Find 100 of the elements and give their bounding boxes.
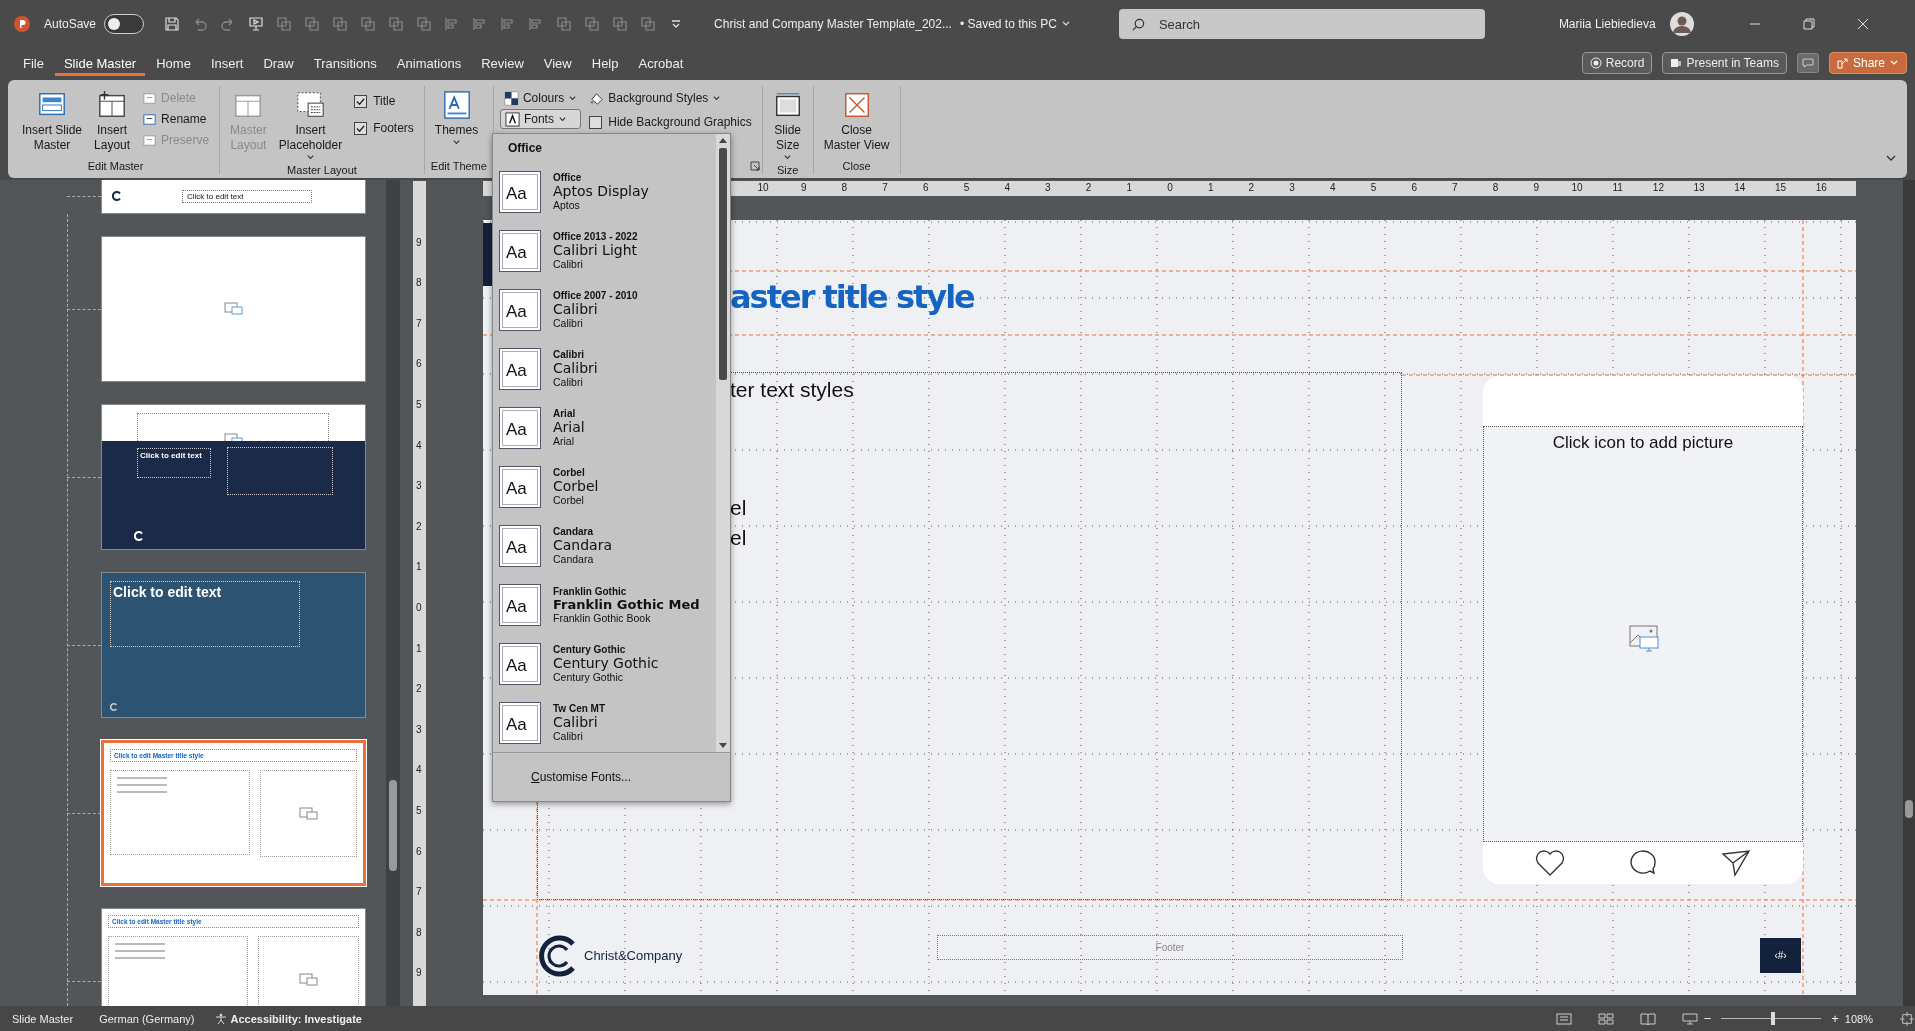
dialog-launcher-icon[interactable]	[749, 161, 760, 171]
search-field[interactable]: Search	[1118, 9, 1485, 39]
ribbon-button[interactable]: Fonts	[499, 109, 582, 129]
menu-tab[interactable]: Home	[147, 50, 200, 76]
user-name[interactable]: Mariia Liebiedieva	[1558, 17, 1656, 31]
customise-fonts-item[interactable]: Customise Fonts...	[531, 770, 632, 784]
font-option[interactable]: Aa Office Aptos Display Aptos	[499, 162, 716, 221]
menu-tab[interactable]: View	[534, 50, 581, 76]
save-status-dropdown[interactable]: • Saved to this PC	[959, 17, 1071, 31]
scrollbar[interactable]	[1903, 180, 1915, 1006]
ruler-number: 8	[1492, 182, 1499, 193]
picture-placeholder[interactable]: Click icon to add picture	[1483, 426, 1803, 842]
comment-icon[interactable]	[1796, 53, 1819, 73]
record-button[interactable]: Record	[1581, 52, 1653, 74]
shapes-icon[interactable]	[556, 16, 573, 32]
ribbon-button[interactable]: Insert Layout	[90, 88, 135, 155]
ruler-number: 9	[800, 182, 807, 193]
font-option[interactable]: Aa Corbel Corbel Corbel	[499, 457, 716, 516]
save-icon[interactable]	[164, 16, 181, 32]
ribbon-button[interactable]: Insert Placeholder	[274, 88, 347, 164]
shapes-icon[interactable]	[584, 16, 601, 32]
ribbon-button[interactable]: Background Styles	[585, 88, 756, 108]
ribbon-button[interactable]: Insert Slide Master	[18, 88, 87, 155]
menu-tab[interactable]: Help	[582, 50, 628, 76]
checkbox[interactable]	[589, 115, 603, 129]
checkbox[interactable]	[354, 94, 368, 108]
chevron-down-icon	[712, 93, 722, 103]
body-text: ter text styles	[730, 378, 854, 402]
autosave-toggle[interactable]	[104, 14, 145, 34]
font-option[interactable]: Aa Office 2013 - 2022 Calibri Light Calibri	[499, 221, 716, 280]
zoom-level[interactable]: 108%	[1844, 1012, 1873, 1025]
checkbox-label[interactable]: Title	[373, 94, 396, 108]
language-status[interactable]: German (Germany)	[99, 1012, 195, 1025]
ribbon-button[interactable]: Themes	[430, 88, 483, 149]
ruler-number: 5	[963, 182, 970, 193]
shapes-icon[interactable]	[276, 16, 293, 32]
scroll-down-icon[interactable]	[718, 742, 728, 750]
share-button[interactable]: Share	[1828, 52, 1907, 74]
slide-thumbnail[interactable]: Click to edit text	[101, 180, 366, 214]
shapes-icon[interactable]	[332, 16, 349, 32]
scrollbar[interactable]	[386, 180, 400, 1006]
slide-thumbnail[interactable]: Click to edit text	[101, 404, 366, 550]
shapes-icon[interactable]	[360, 16, 377, 32]
zoom-in-sign[interactable]: +	[1831, 1011, 1839, 1026]
group-label: Edit Master	[87, 160, 144, 172]
slide-thumbnail[interactable]: Click to edit text	[101, 572, 366, 718]
shapes-icon[interactable]	[388, 16, 405, 32]
menu-section-header: Office	[507, 140, 543, 157]
close-icon[interactable]	[1856, 18, 1869, 30]
presenter-icon[interactable]	[248, 16, 265, 32]
menu-tab[interactable]: Insert	[201, 50, 253, 76]
font-option[interactable]: Aa Century Gothic Century Gothic Century Gothic	[499, 634, 716, 693]
ruler-number: 3	[1289, 182, 1295, 193]
slide-show-icon[interactable]	[1681, 1011, 1698, 1026]
menu-tab[interactable]: Transitions	[304, 50, 386, 76]
menu-tab[interactable]: Slide Master	[54, 50, 146, 76]
ribbon-button[interactable]: Rename	[138, 109, 214, 129]
slide-title[interactable]: aster title style	[730, 278, 974, 316]
shapes-icon[interactable]	[612, 16, 629, 32]
font-option[interactable]: Aa Office 2007 - 2010 Calibri Calibri	[499, 280, 716, 339]
menu-tab[interactable]: Acrobat	[629, 50, 693, 76]
menu-tab[interactable]: Review	[472, 50, 533, 76]
accessibility-status[interactable]: Accessibility: Investigate	[214, 1012, 362, 1025]
page-number-placeholder[interactable]: ‹#›	[1760, 938, 1801, 973]
present-in-teams-button[interactable]: Present in Teams	[1662, 52, 1787, 74]
fit-to-window-icon[interactable]	[1899, 1011, 1915, 1026]
zoom-out-sign[interactable]: −	[1703, 1011, 1712, 1026]
shapes-icon[interactable]	[416, 16, 433, 32]
ruler-number: 7	[882, 182, 888, 193]
checkbox-label[interactable]: Footers	[373, 121, 414, 135]
font-option[interactable]: Aa Tw Cen MT Calibri Calibri	[499, 693, 716, 752]
layout-icon	[97, 90, 128, 120]
ruler-number: 9	[416, 966, 422, 978]
menu-tab[interactable]: Animations	[387, 50, 471, 76]
shapes-icon[interactable]	[640, 16, 657, 32]
slide-sorter-icon[interactable]	[1597, 1011, 1614, 1026]
insert-picture-icon[interactable]	[1629, 625, 1659, 653]
scrollbar[interactable]	[716, 134, 730, 752]
restore-icon[interactable]	[1802, 18, 1815, 30]
notes-view-icon[interactable]	[1555, 1011, 1572, 1026]
reading-view-icon[interactable]	[1639, 1011, 1656, 1026]
checkbox[interactable]	[354, 121, 368, 135]
menu-tab[interactable]: Draw	[254, 50, 303, 76]
scroll-up-icon[interactable]	[718, 136, 728, 144]
shapes-icon[interactable]	[304, 16, 321, 32]
font-option[interactable]: Aa Calibri Calibri Calibri	[499, 339, 716, 398]
menu-tab[interactable]: File	[14, 50, 53, 76]
scroll-thumb[interactable]	[719, 148, 727, 380]
slide-thumbnail[interactable]	[101, 236, 366, 382]
font-option[interactable]: Aa Candara Candara Candara	[499, 516, 716, 575]
ruler-number: 1	[416, 560, 422, 572]
thumbnail-text: Click to edit text	[110, 581, 300, 647]
avatar-icon[interactable]	[1669, 12, 1694, 36]
ruler-number: 15	[1774, 182, 1787, 193]
checkbox-label[interactable]: Hide Background Graphics	[608, 115, 752, 129]
font-option[interactable]: Aa Franklin Gothic Franklin Gothic Med Franklin Gothic Book	[499, 575, 716, 634]
ribbon-button[interactable]: Colours	[499, 88, 582, 108]
ribbon-button[interactable]: Slide Size	[768, 88, 807, 164]
ribbon-button[interactable]: Close Master View	[819, 88, 894, 155]
font-option[interactable]: Aa Arial Arial Arial	[499, 398, 716, 457]
